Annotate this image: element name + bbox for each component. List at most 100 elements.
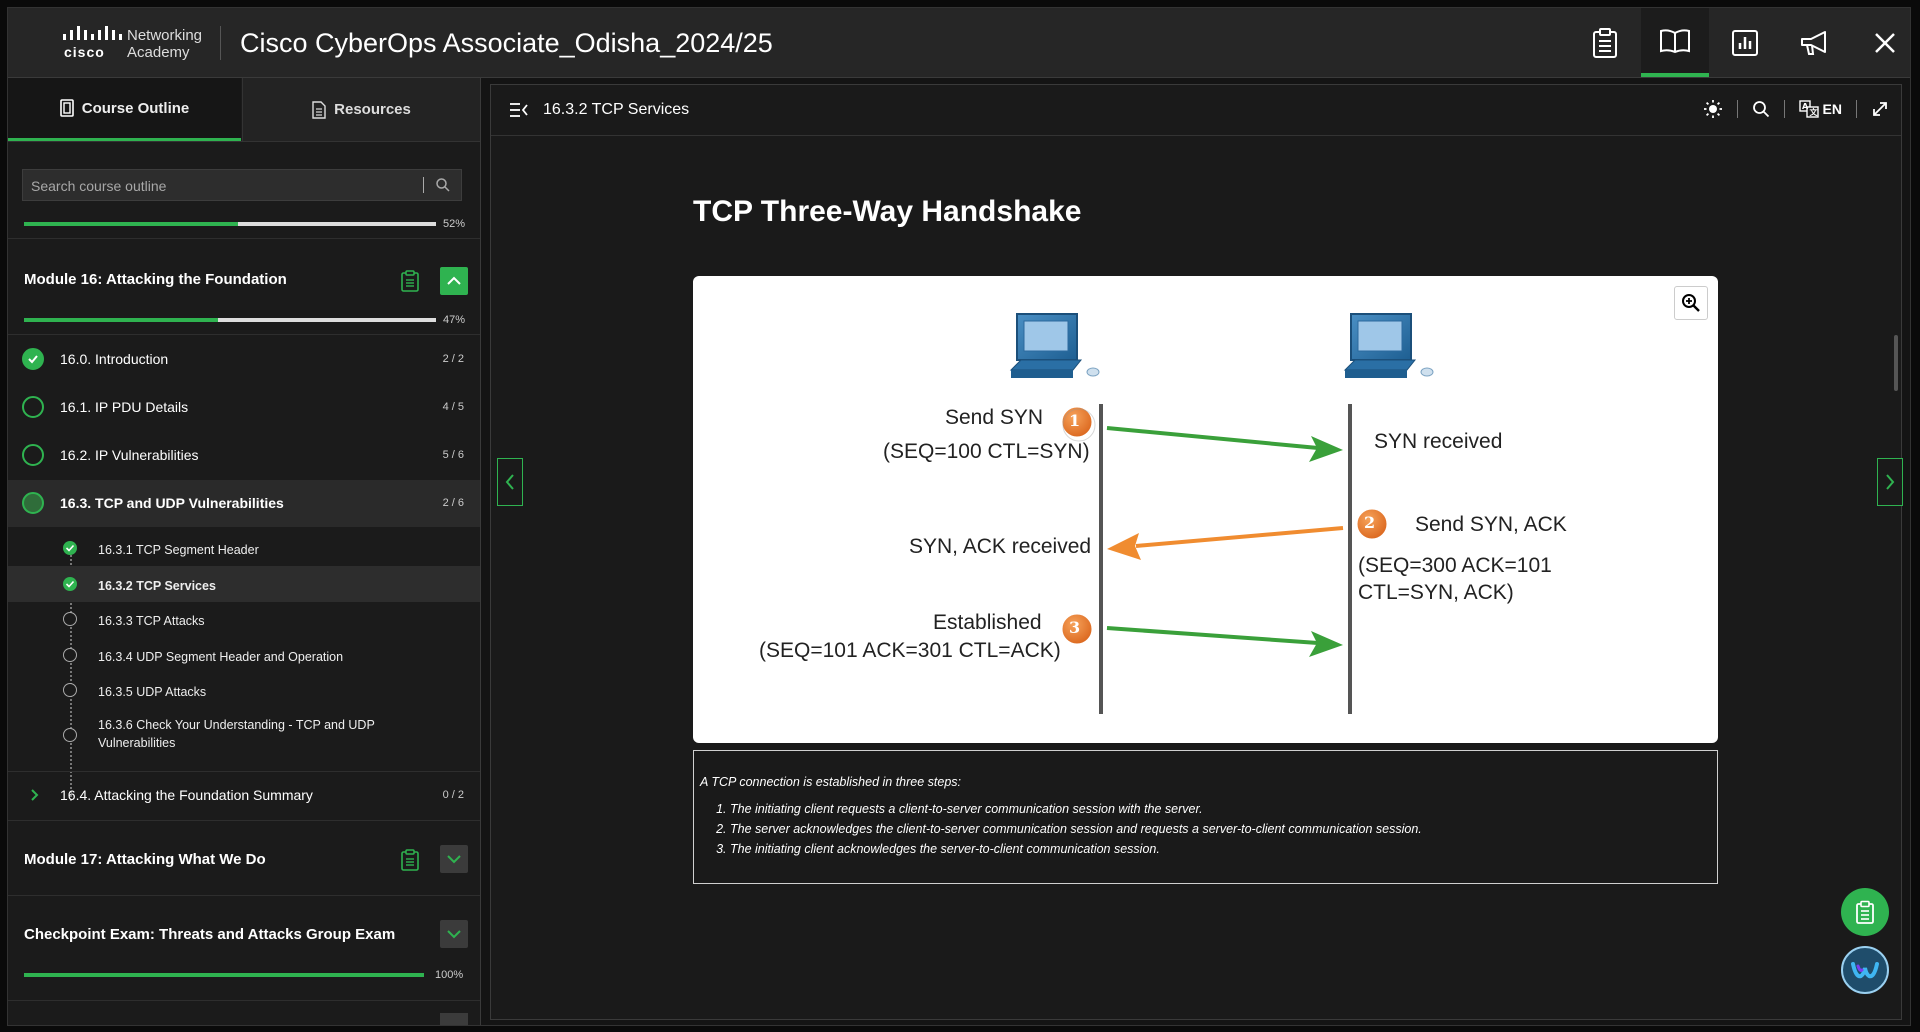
syn-received-label: SYN received	[1374, 430, 1503, 453]
language-button[interactable]: A 文 EN	[1798, 100, 1842, 118]
close-icon	[1875, 32, 1895, 53]
progress-fill	[24, 318, 218, 322]
subsection-16-3-6[interactable]: 16.3.6 Check Your Understanding - TCP an…	[8, 708, 480, 758]
progress-circle-icon	[22, 492, 44, 514]
next-page-button[interactable]	[1877, 458, 1903, 506]
logo-line2: Academy	[127, 44, 190, 61]
section-label: 16.1. IP PDU Details	[60, 399, 189, 415]
clipboard-icon[interactable]	[401, 270, 419, 292]
section-count: 2 / 6	[442, 497, 464, 509]
send-syn-detail: (SEQ=100 CTL=SYN)	[883, 440, 1090, 463]
subsection-label: 16.3.6 Check Your Understanding - TCP an…	[98, 718, 375, 750]
app-title: Cisco CyberOps Associate_Odisha_2024/25	[240, 28, 773, 58]
clipboard-button[interactable]	[1571, 8, 1639, 77]
next-module-toggle[interactable]	[440, 1013, 468, 1025]
section-count: 2 / 2	[442, 353, 464, 365]
divider	[1783, 100, 1785, 118]
section-count: 4 / 5	[442, 401, 464, 413]
tab-resources[interactable]: Resources	[242, 78, 480, 141]
module-17-header[interactable]: Module 17: Attacking What We Do	[8, 821, 480, 895]
outline-icon	[59, 99, 74, 117]
subsection-16-3-4[interactable]: 16.3.4 UDP Segment Header and Operation	[8, 637, 480, 673]
module-title: Checkpoint Exam: Threats and Attacks Gro…	[24, 926, 396, 943]
section-16-3[interactable]: 16.3. TCP and UDP Vulnerabilities 2 / 6	[8, 480, 480, 527]
subsection-16-3-5[interactable]: 16.3.5 UDP Attacks	[8, 672, 480, 708]
scrollbar[interactable]	[1894, 335, 1898, 391]
logo-text: Networking Academy	[127, 27, 202, 61]
divider	[1856, 100, 1857, 118]
caption-step: The initiating client acknowledges the s…	[730, 839, 1422, 859]
tab-course-outline[interactable]: Course Outline	[8, 78, 241, 141]
expand-icon[interactable]	[1871, 100, 1889, 118]
page-heading: TCP Three-Way Handshake	[693, 195, 1082, 228]
search-box[interactable]	[22, 169, 462, 202]
syn-ack-arrow	[1135, 526, 1344, 548]
cisco-bars-icon	[63, 26, 122, 40]
book-button[interactable]	[1641, 8, 1709, 77]
svg-text:A: A	[1802, 102, 1809, 111]
check-circle-icon	[22, 348, 44, 370]
chevron-down-icon	[447, 855, 461, 864]
previous-page-button[interactable]	[497, 458, 523, 506]
chevron-left-icon	[505, 474, 514, 490]
stats-button[interactable]	[1711, 8, 1779, 77]
subsection-16-3-3[interactable]: 16.3.3 TCP Attacks	[8, 601, 480, 637]
handshake-graphic	[1009, 313, 1434, 714]
search-icon[interactable]	[435, 177, 451, 193]
search-input[interactable]	[29, 170, 413, 202]
section-16-0[interactable]: 16.0. Introduction 2 / 2	[8, 336, 480, 383]
previous-module-progress	[24, 222, 436, 226]
sidebar-tabs: Course Outline Resources	[8, 78, 480, 142]
module-title: Module 16: Attacking the Foundation	[24, 271, 287, 288]
send-syn-label: Send SYN	[945, 406, 1044, 429]
subsection-16-3-1[interactable]: 16.3.1 TCP Segment Header	[8, 530, 480, 566]
handshake-diagram: 1 2 3 Send SYN (SEQ=100 CTL=SYN) SYN rec…	[693, 276, 1718, 743]
checkpoint-progress	[24, 973, 424, 977]
clipboard-icon[interactable]	[401, 849, 419, 871]
clipboard-icon	[1856, 900, 1874, 924]
course-sidebar: Course Outline Resources Search course o…	[8, 78, 481, 1025]
divider	[220, 26, 221, 60]
collapse-sidebar-icon[interactable]	[509, 102, 529, 118]
caption-step: The initiating client requests a client-…	[730, 799, 1422, 819]
brightness-icon[interactable]	[1703, 99, 1723, 119]
zoom-button[interactable]	[1674, 286, 1708, 320]
empty-dot-icon	[63, 612, 77, 626]
ack-arrow	[1106, 626, 1319, 645]
section-label: 16.4. Attacking the Foundation Summary	[60, 787, 313, 803]
server-computer-icon	[1343, 313, 1434, 378]
webex-chat-button[interactable]	[1841, 946, 1889, 994]
subsection-label: 16.3.1 TCP Segment Header	[98, 543, 259, 557]
clipboard-icon	[1593, 27, 1617, 58]
tab-resources-label: Resources	[334, 101, 411, 118]
book-icon	[1660, 28, 1690, 53]
translate-icon: A 文	[1798, 100, 1819, 118]
empty-dot-icon	[63, 728, 77, 742]
search-icon[interactable]	[1752, 100, 1770, 118]
checkpoint-exam-header[interactable]: Checkpoint Exam: Threats and Attacks Gro…	[8, 896, 480, 966]
expand-module-button[interactable]	[440, 845, 468, 873]
zoom-in-icon	[1682, 294, 1700, 312]
notes-button[interactable]	[1841, 888, 1889, 936]
header-tools: A 文 EN	[1703, 99, 1889, 119]
collapse-module-button[interactable]	[440, 267, 468, 295]
divider	[1736, 100, 1738, 118]
language-label: EN	[1822, 101, 1842, 117]
expand-module-button[interactable]	[440, 920, 468, 948]
announcements-button[interactable]	[1781, 8, 1849, 77]
subsection-label: 16.3.3 TCP Attacks	[98, 614, 205, 628]
subsection-16-3-2[interactable]: 16.3.2 TCP Services	[8, 566, 480, 602]
syn-ack-received-label: SYN, ACK received	[909, 535, 1092, 558]
section-16-1[interactable]: 16.1. IP PDU Details 4 / 5	[8, 384, 480, 431]
section-16-4[interactable]: 16.4. Attacking the Foundation Summary 0…	[8, 772, 480, 819]
cisco-logo[interactable]: cisco Networking Academy	[62, 24, 212, 64]
module-16-header[interactable]: Module 16: Attacking the Foundation	[8, 238, 480, 298]
breadcrumb: 16.3.2 TCP Services	[543, 101, 690, 118]
top-bar: cisco Networking Academy Cisco CyberOps …	[8, 8, 1910, 78]
chevron-up-icon	[447, 276, 461, 285]
section-16-2[interactable]: 16.2. IP Vulnerabilities 5 / 6	[8, 432, 480, 479]
content-header: 16.3.2 TCP Services A 文 EN	[491, 85, 1901, 136]
empty-dot-icon	[63, 683, 77, 697]
diagram-caption: A TCP connection is established in three…	[693, 750, 1718, 884]
close-button[interactable]	[1851, 8, 1919, 77]
